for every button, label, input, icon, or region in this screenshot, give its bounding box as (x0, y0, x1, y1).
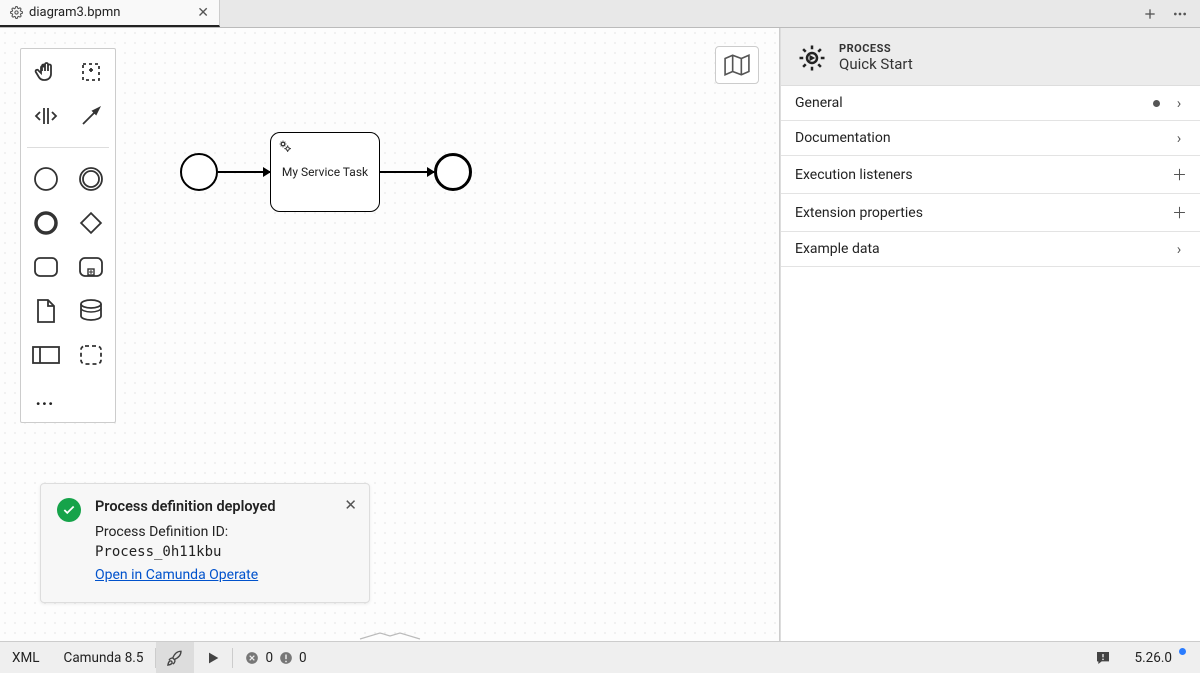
plus-icon: ＋ (1172, 164, 1186, 185)
panel-header: PROCESS Quick Start (781, 28, 1200, 86)
pool-tool[interactable] (31, 340, 61, 370)
more-tools[interactable]: ... (27, 384, 57, 414)
bpmn-sequence-flow-1[interactable] (218, 171, 270, 173)
properties-panel: PROCESS Quick Start General › Documentat… (780, 28, 1200, 641)
open-operate-link[interactable]: Open in Camunda Operate (95, 567, 258, 583)
xml-label: XML (12, 650, 40, 666)
panel-section-execution-listeners[interactable]: Execution listeners ＋ (781, 156, 1200, 194)
section-label: General (795, 95, 843, 111)
feedback-button[interactable] (1083, 650, 1123, 666)
success-check-icon (57, 498, 81, 522)
service-task-icon (277, 138, 293, 154)
palette-separator (27, 147, 109, 148)
add-tab-icon[interactable] (1142, 6, 1158, 22)
panel-section-example-data[interactable]: Example data › (781, 232, 1200, 267)
subprocess-tool[interactable] (76, 252, 106, 282)
bpmn-end-event[interactable] (434, 153, 472, 191)
more-tools-label: ... (36, 389, 55, 410)
run-button[interactable] (194, 642, 232, 673)
end-event-tool[interactable] (31, 208, 61, 238)
panel-section-general[interactable]: General › (781, 86, 1200, 121)
bpmn-start-event[interactable] (180, 153, 218, 191)
platform-version-button[interactable]: Camunda 8.5 (52, 642, 156, 673)
more-icon[interactable] (1172, 6, 1188, 22)
gear-icon (10, 6, 23, 19)
dirty-dot-icon (1153, 100, 1160, 107)
update-available-dot (1179, 648, 1186, 655)
section-label: Example data (795, 241, 880, 257)
panel-element-name: Quick Start (839, 55, 913, 73)
data-store-tool[interactable] (76, 296, 106, 326)
problems-counter[interactable]: 0 0 (233, 642, 318, 673)
data-object-tool[interactable] (31, 296, 61, 326)
rocket-icon (166, 649, 184, 667)
warning-icon (279, 651, 293, 665)
version-label: 5.26.0 (1135, 650, 1172, 666)
tool-palette: ... (20, 48, 116, 423)
tab-diagram[interactable]: diagram3.bpmn ✕ (0, 0, 220, 27)
process-icon (797, 43, 827, 73)
play-icon (205, 650, 221, 666)
panel-section-extension-properties[interactable]: Extension properties ＋ (781, 194, 1200, 232)
panel-section-documentation[interactable]: Documentation › (781, 121, 1200, 156)
panel-resize-handle[interactable] (360, 631, 420, 639)
warning-count: 0 (299, 650, 307, 666)
panel-type-label: PROCESS (839, 42, 913, 55)
group-tool[interactable] (76, 340, 106, 370)
chevron-right-icon: › (1172, 94, 1186, 112)
plus-icon: ＋ (1172, 202, 1186, 223)
task-label: My Service Task (282, 165, 368, 180)
connect-tool[interactable] (76, 101, 106, 131)
status-bar: XML Camunda 8.5 0 0 5.26.0 (0, 641, 1200, 673)
gateway-tool[interactable] (76, 208, 106, 238)
section-label: Extension properties (795, 205, 923, 221)
hand-tool[interactable] (31, 57, 61, 87)
minimap-button[interactable] (715, 46, 759, 84)
deploy-success-toast: ✕ Process definition deployed Process De… (40, 483, 370, 603)
diagram-canvas[interactable]: ... My Service Task ✕ Process definition… (0, 28, 780, 641)
tab-close-icon[interactable]: ✕ (197, 5, 209, 21)
start-event-tool[interactable] (31, 164, 61, 194)
chevron-right-icon: › (1172, 240, 1186, 258)
task-tool[interactable] (31, 252, 61, 282)
intermediate-event-tool[interactable] (76, 164, 106, 194)
map-icon (724, 54, 750, 76)
toast-id-value: Process_0h11kbu (95, 544, 221, 560)
deploy-button[interactable] (156, 642, 194, 673)
app-version[interactable]: 5.26.0 (1123, 650, 1200, 666)
toast-id-line: Process Definition ID: Process_0h11kbu (95, 523, 353, 562)
toast-close-icon[interactable]: ✕ (344, 496, 357, 514)
section-label: Documentation (795, 130, 891, 146)
section-label: Execution listeners (795, 167, 913, 183)
error-count: 0 (265, 650, 273, 666)
chevron-right-icon: › (1172, 129, 1186, 147)
error-icon (245, 651, 259, 665)
xml-tab-button[interactable]: XML (0, 642, 52, 673)
toast-id-label: Process Definition ID: (95, 524, 228, 540)
lasso-tool[interactable] (76, 57, 106, 87)
platform-label: Camunda 8.5 (64, 650, 144, 666)
toast-title: Process definition deployed (95, 498, 353, 515)
bpmn-sequence-flow-2[interactable] (380, 171, 434, 173)
feedback-icon (1095, 650, 1111, 666)
bpmn-service-task[interactable]: My Service Task (270, 132, 380, 212)
space-tool[interactable] (31, 101, 61, 131)
tab-title: diagram3.bpmn (29, 5, 120, 20)
